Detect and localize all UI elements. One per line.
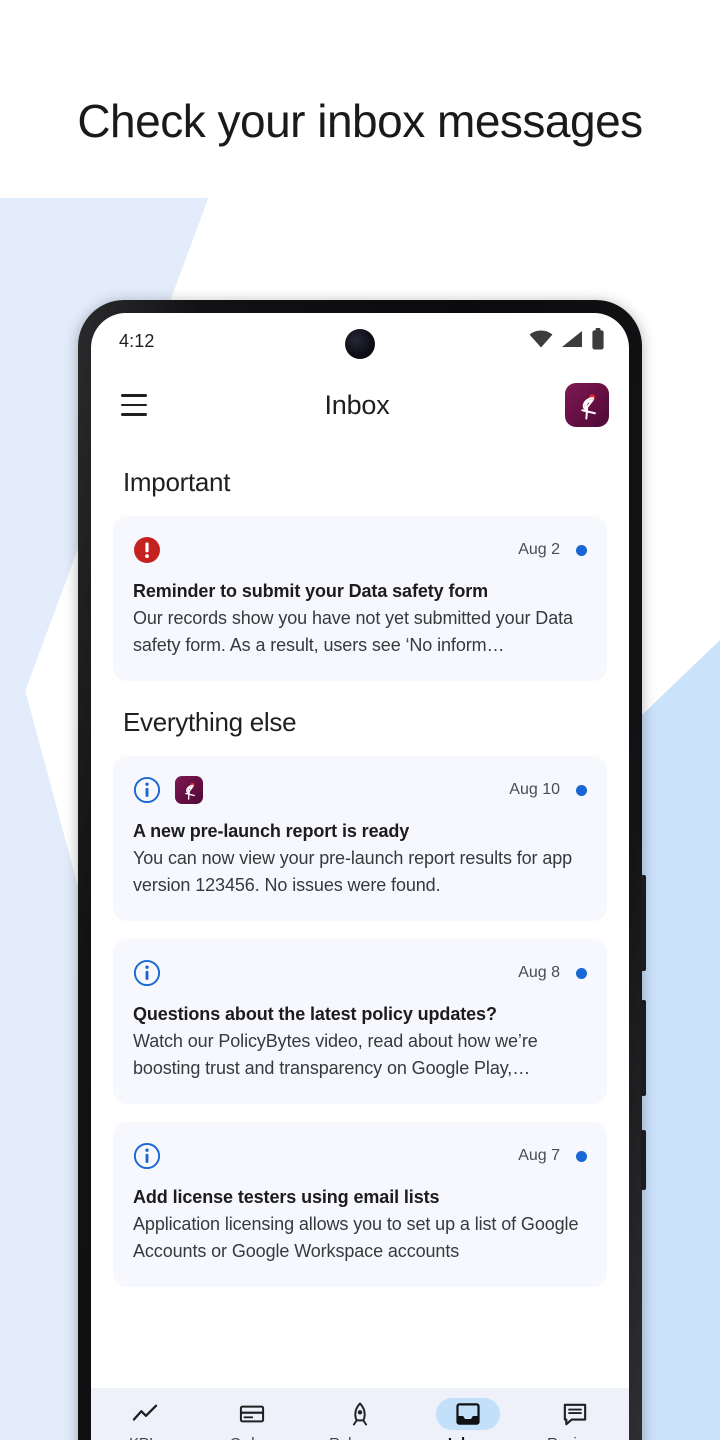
message-meta: Aug 10 — [509, 781, 587, 799]
message-card[interactable]: Aug 2 Reminder to submit your Data safety… — [113, 516, 607, 681]
status-bar-clock: 4:12 — [119, 330, 155, 351]
app-logo-flamingo-icon[interactable] — [565, 383, 609, 427]
info-icon — [133, 776, 161, 804]
page-title: Inbox — [324, 389, 390, 420]
hamburger-menu-icon[interactable] — [113, 384, 155, 426]
menu-line — [121, 394, 147, 397]
message-body: Our records show you have not yet submit… — [133, 608, 573, 655]
status-bar-icons — [529, 327, 605, 355]
message-title: Add license testers using email lists — [133, 1187, 440, 1207]
unread-indicator-dot — [576, 784, 587, 796]
nav-item-releases[interactable]: Releases — [306, 1398, 414, 1440]
app-logo-flamingo-icon — [175, 776, 203, 804]
nav-item-reviews[interactable]: Reviews — [521, 1398, 629, 1440]
trending-line-icon — [132, 1402, 158, 1426]
message-title: Questions about the latest policy update… — [133, 1004, 497, 1024]
rocket-icon — [347, 1402, 373, 1426]
info-icon — [133, 959, 161, 987]
phone-screen: 4:12 Inbox Important Aug 2 Reminder to s… — [91, 313, 629, 1440]
nav-item-kpis[interactable]: KPIs — [91, 1398, 199, 1440]
message-card[interactable]: Aug 8 Questions about the latest policy u… — [113, 939, 607, 1104]
message-icons — [133, 959, 161, 987]
nav-pill — [328, 1398, 392, 1430]
message-meta: Aug 2 — [518, 541, 587, 559]
message-icons — [133, 1142, 161, 1170]
message-card[interactable]: Aug 10 A new pre-launch report is ready Yo… — [113, 756, 607, 921]
front-camera-punch-hole — [345, 329, 375, 359]
phone-device-frame: 4:12 Inbox Important Aug 2 Reminder to s… — [78, 300, 646, 1440]
message-date: Aug 2 — [518, 541, 560, 558]
nav-item-label: KPIs — [129, 1435, 160, 1440]
nav-pill — [435, 1398, 500, 1430]
info-icon — [133, 1142, 161, 1170]
nav-item-orders[interactable]: Orders — [199, 1398, 307, 1440]
volume-up-button[interactable] — [641, 875, 646, 971]
message-body: You can now view your pre-launch report … — [133, 848, 573, 895]
nav-pill — [543, 1398, 607, 1430]
power-button[interactable] — [641, 1130, 646, 1190]
headline-text: Check your inbox messages — [77, 95, 643, 147]
inbox-tray-icon — [455, 1402, 481, 1426]
chat-bubble-icon — [562, 1402, 588, 1426]
message-card-header: Aug 10 — [133, 775, 587, 805]
message-card[interactable]: Aug 7 Add license testers using email lis… — [113, 1122, 607, 1287]
message-title: A new pre-launch report is ready — [133, 821, 410, 841]
wifi-icon — [529, 330, 553, 353]
message-body: Watch our PolicyBytes video, read about … — [133, 1031, 538, 1078]
volume-down-button[interactable] — [641, 1000, 646, 1096]
message-card-header: Aug 7 — [133, 1141, 587, 1171]
app-bar: Inbox — [91, 369, 629, 441]
cellular-signal-icon — [561, 330, 583, 353]
message-card-header: Aug 2 — [133, 535, 587, 565]
message-card-header: Aug 8 — [133, 958, 587, 988]
unread-indicator-dot — [576, 544, 587, 556]
nav-item-label: Releases — [329, 1435, 391, 1440]
nav-item-label: Inbox — [448, 1435, 488, 1440]
message-body: Application licensing allows you to set … — [133, 1214, 579, 1261]
unread-indicator-dot — [576, 1150, 587, 1162]
nav-item-label: Orders — [230, 1435, 275, 1440]
section-title: Important — [123, 467, 231, 497]
status-bar: 4:12 — [91, 313, 629, 369]
nav-pill — [113, 1398, 177, 1430]
message-meta: Aug 7 — [518, 1147, 587, 1165]
message-title: Reminder to submit your Data safety form — [133, 581, 489, 601]
nav-item-label: Reviews — [547, 1435, 603, 1440]
message-meta: Aug 8 — [518, 964, 587, 982]
section-title: Everything else — [123, 707, 297, 737]
bottom-navigation-bar[interactable]: KPIs Orders Releases Inbox Reviews — [91, 1388, 629, 1440]
inbox-message-list[interactable]: Important Aug 2 Reminder to submit your Da… — [91, 441, 629, 1371]
message-date: Aug 8 — [518, 964, 560, 981]
menu-line — [121, 403, 147, 407]
message-icons — [133, 536, 161, 564]
alert-error-icon — [133, 536, 161, 564]
unread-indicator-dot — [576, 967, 587, 979]
message-icons — [133, 776, 203, 804]
nav-pill — [220, 1398, 284, 1430]
credit-card-icon — [239, 1402, 265, 1426]
battery-icon — [591, 327, 605, 355]
menu-line — [121, 413, 147, 416]
promo-screenshot: Check your inbox messages 4:12 Inbox Imp… — [0, 0, 720, 1440]
nav-item-inbox[interactable]: Inbox — [414, 1398, 522, 1440]
message-date: Aug 10 — [509, 781, 560, 798]
message-date: Aug 7 — [518, 1147, 560, 1164]
